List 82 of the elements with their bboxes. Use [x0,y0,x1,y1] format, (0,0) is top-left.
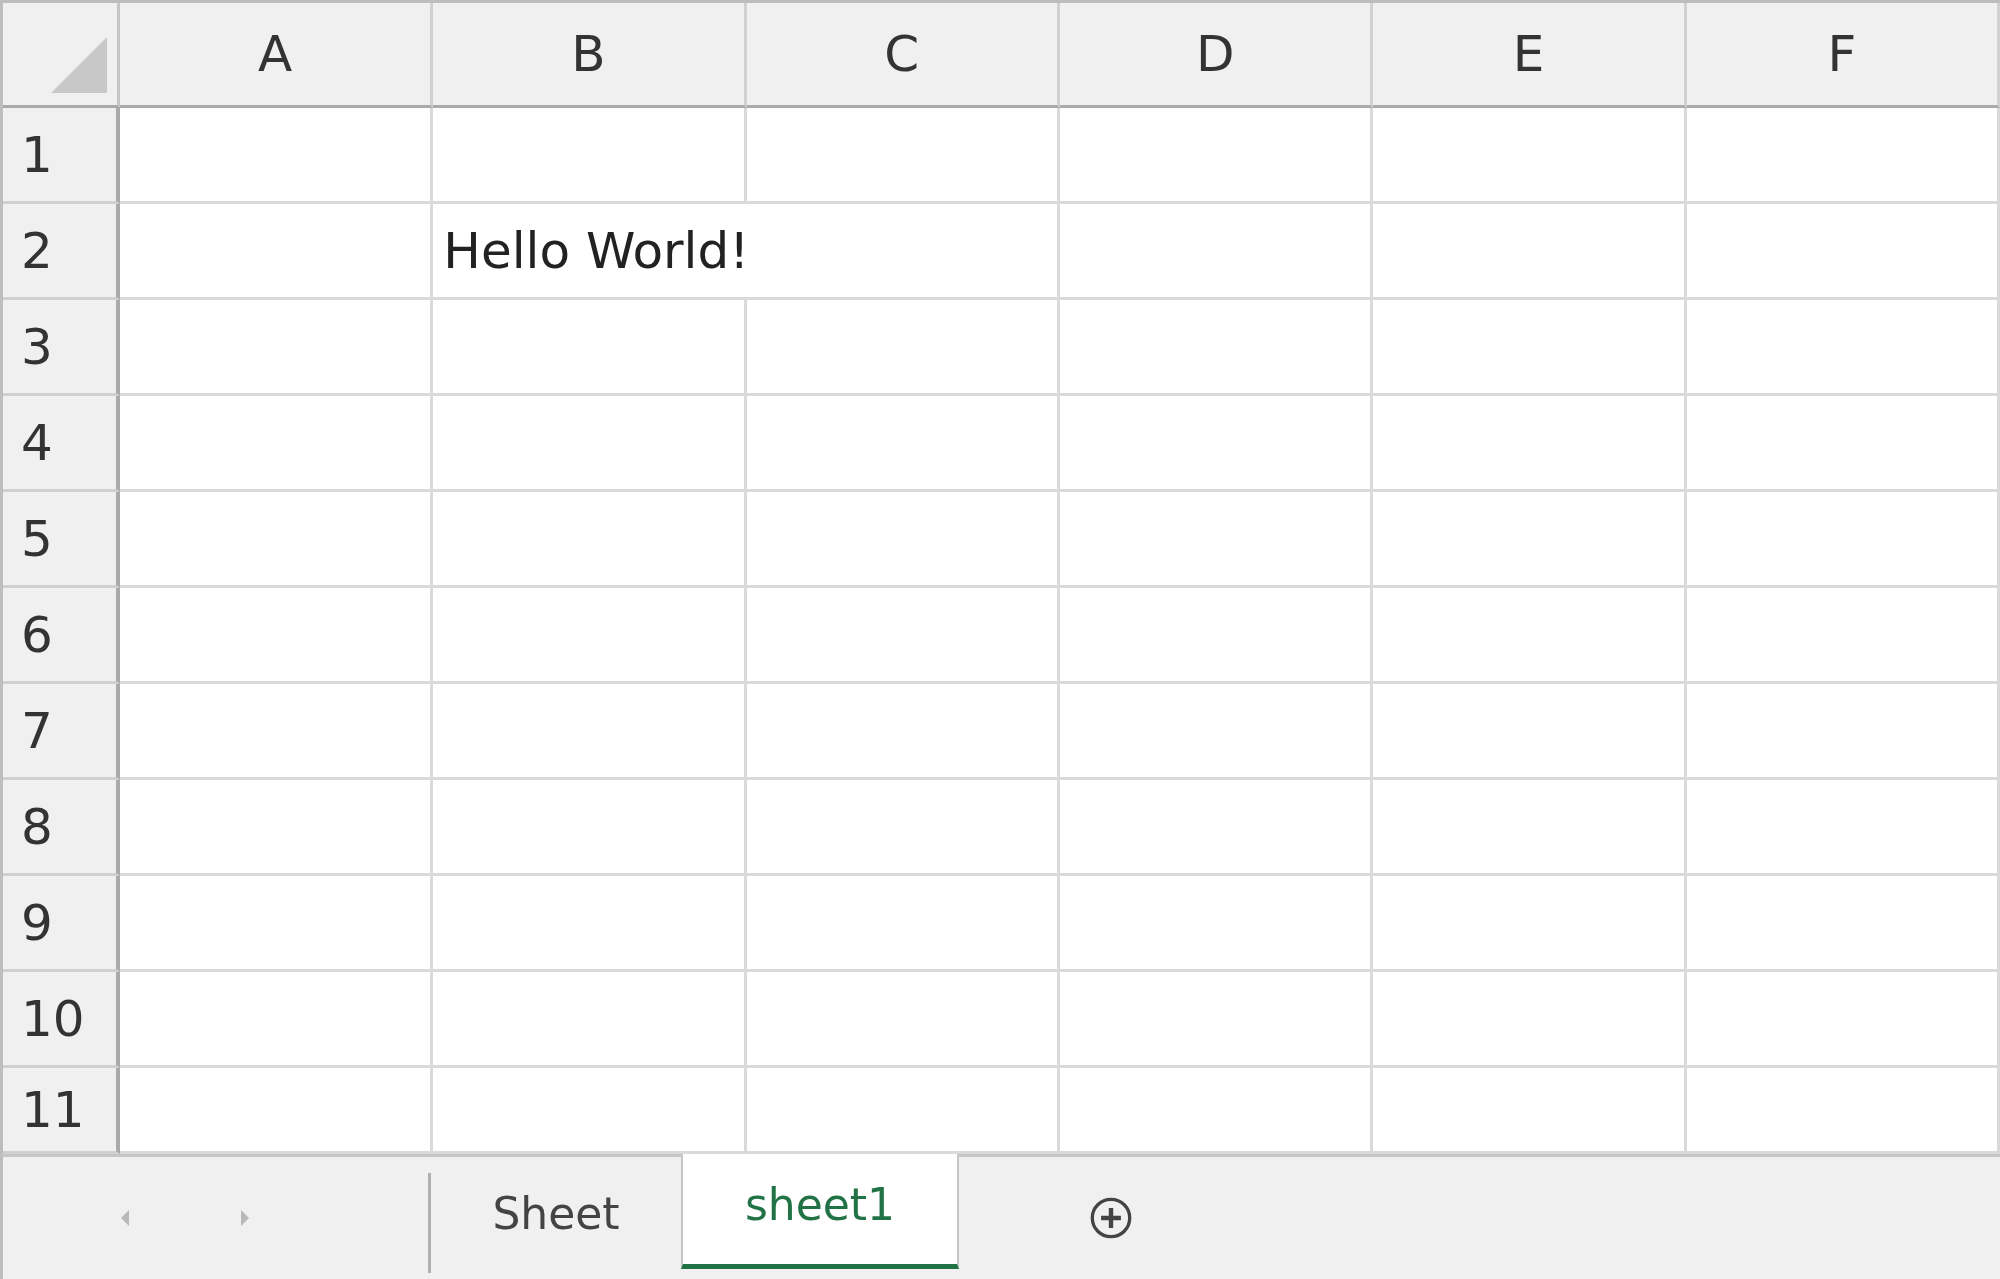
table-cell[interactable] [1686,108,2000,204]
table-cell[interactable] [746,396,1060,492]
table-cell[interactable] [1373,108,1687,204]
sheet-tab[interactable]: Sheet [431,1157,681,1279]
table-cell[interactable] [1686,204,2000,300]
table-cell[interactable] [120,396,434,492]
table-cell[interactable] [1373,588,1687,684]
new-sheet-button[interactable] [1089,1196,1133,1240]
table-cell[interactable] [1373,972,1687,1068]
table-cell[interactable] [746,108,1060,204]
row-header[interactable]: 2 [3,204,120,300]
column-header[interactable]: A [120,3,434,108]
table-cell[interactable] [433,108,747,204]
column-header[interactable]: D [1060,3,1374,108]
row-header[interactable]: 3 [3,300,120,396]
table-cell[interactable] [1686,588,2000,684]
table-cell[interactable] [120,876,434,972]
table-cell[interactable]: Hello World! [433,204,1060,300]
table-cell[interactable] [746,492,1060,588]
table-cell[interactable] [1373,780,1687,876]
row-header[interactable]: 10 [3,972,120,1068]
column-header[interactable]: E [1373,3,1687,108]
triangle-icon [49,35,109,95]
table-cell[interactable] [120,588,434,684]
table-cell[interactable] [1686,300,2000,396]
table-cell[interactable] [1686,876,2000,972]
table-cell[interactable] [746,876,1060,972]
table-cell[interactable] [1060,780,1374,876]
table-cell[interactable] [1060,396,1374,492]
plus-circle-icon [1089,1196,1133,1240]
table-cell[interactable] [1373,876,1687,972]
table-cell[interactable] [746,684,1060,780]
table-cell[interactable] [1686,492,2000,588]
table-cell[interactable] [1060,588,1374,684]
table-cell[interactable] [1373,492,1687,588]
table-cell[interactable] [433,780,747,876]
table-cell[interactable] [433,300,747,396]
table-cell[interactable] [1686,972,2000,1068]
table-cell[interactable] [1373,684,1687,780]
row-header[interactable]: 6 [3,588,120,684]
row-header[interactable]: 5 [3,492,120,588]
table-cell[interactable] [746,300,1060,396]
table-cell[interactable] [1060,684,1374,780]
table-cell[interactable] [1686,396,2000,492]
table-cell[interactable] [120,780,434,876]
table-cell[interactable] [1060,876,1374,972]
row-header[interactable]: 4 [3,396,120,492]
table-cell[interactable] [1060,300,1374,396]
table-cell[interactable] [1060,972,1374,1068]
table-cell[interactable] [1060,492,1374,588]
table-cell[interactable] [1060,204,1374,300]
select-all-button[interactable] [3,3,120,108]
table-cell[interactable] [1373,300,1687,396]
table-cell[interactable] [433,396,747,492]
table-cell[interactable] [120,204,434,300]
table-cell[interactable] [1686,780,2000,876]
table-cell[interactable] [746,780,1060,876]
row-header[interactable]: 11 [3,1068,120,1154]
row-header[interactable]: 8 [3,780,120,876]
sheet-tab[interactable]: sheet1 [681,1154,959,1269]
table-cell[interactable] [1686,684,2000,780]
table-cell[interactable] [120,972,434,1068]
column-header[interactable]: B [433,3,747,108]
table-cell[interactable] [120,492,434,588]
table-cell[interactable] [120,684,434,780]
table-cell[interactable] [433,876,747,972]
table-cell[interactable] [746,588,1060,684]
row-header[interactable]: 1 [3,108,120,204]
table-cell[interactable] [433,684,747,780]
table-cell[interactable] [1373,396,1687,492]
table-cell[interactable] [120,108,434,204]
table-cell[interactable] [120,300,434,396]
column-header[interactable]: C [746,3,1060,108]
table-cell[interactable] [1373,204,1687,300]
row-header[interactable]: 9 [3,876,120,972]
table-cell[interactable] [746,972,1060,1068]
table-cell[interactable] [1060,108,1374,204]
table-cell[interactable] [433,492,747,588]
table-cell[interactable] [433,972,747,1068]
table-cell[interactable] [433,588,747,684]
row-header[interactable]: 7 [3,684,120,780]
column-header[interactable]: F [1686,3,2000,108]
